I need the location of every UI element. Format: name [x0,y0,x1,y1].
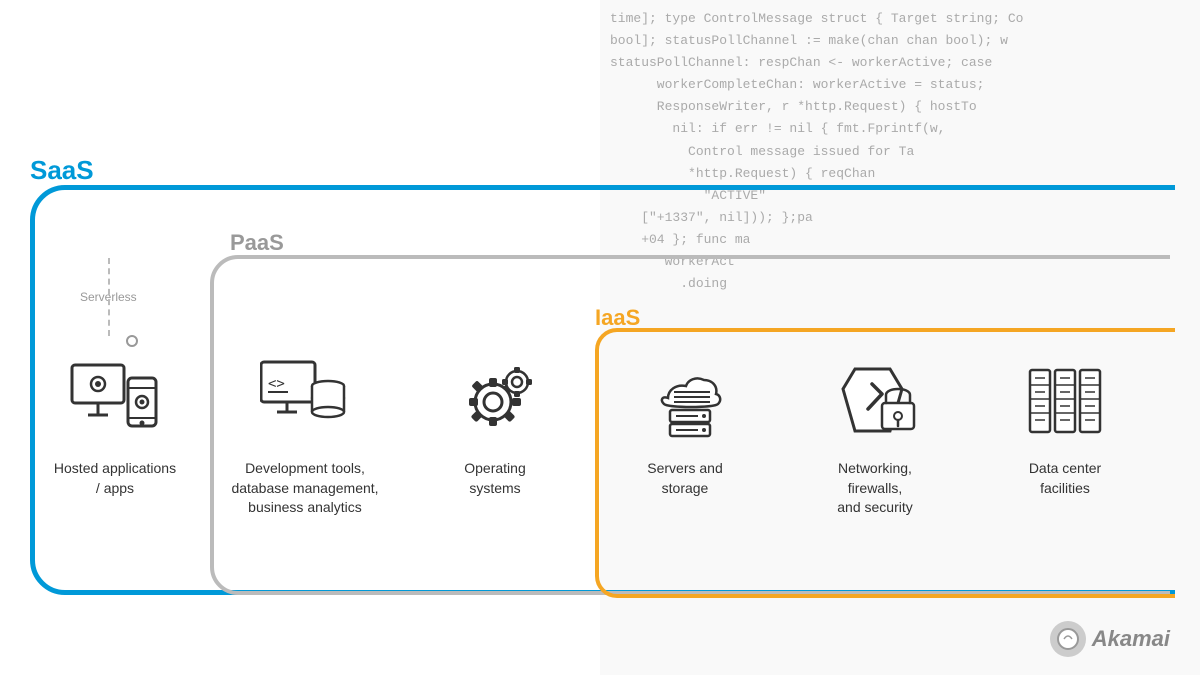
akamai-logo: Akamai [1050,621,1170,657]
iaas-bracket [595,328,1175,598]
akamai-name: Akamai [1092,626,1170,652]
diagram-container: SaaS PaaS IaaS Serverless [0,0,1200,675]
akamai-icon [1050,621,1086,657]
saas-label: SaaS [30,155,94,186]
